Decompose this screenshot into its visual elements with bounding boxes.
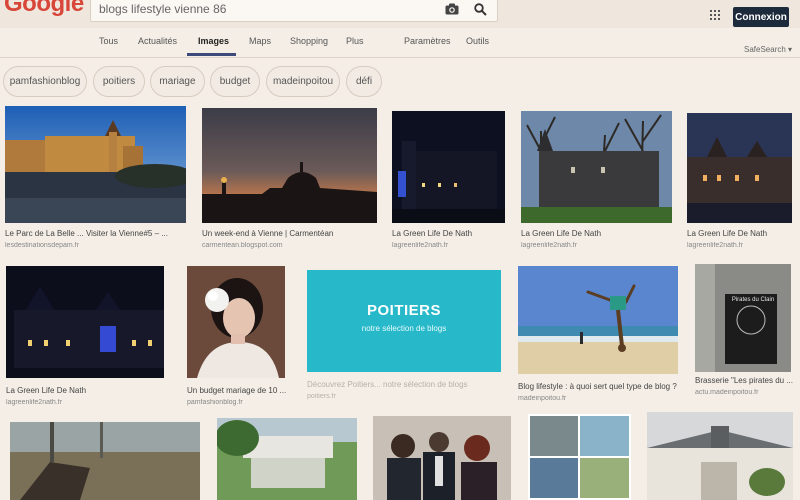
result-caption: La Green Life De Nath xyxy=(392,229,473,238)
chip-pamfashionblog[interactable]: pamfashionblog xyxy=(3,66,87,97)
result-source: carmentean.blogspot.com xyxy=(202,242,283,249)
result-caption: Le Parc de La Belle ... Visiter la Vienn… xyxy=(5,229,168,238)
result-source: actu.madeinpoitou.fr xyxy=(695,389,759,396)
result-thumbnail[interactable] xyxy=(6,266,164,378)
tab-tous[interactable]: Tous xyxy=(99,36,118,46)
result-thumbnail[interactable] xyxy=(687,113,792,223)
result-caption: Un budget mariage de 10 ... xyxy=(187,386,287,395)
image-result[interactable]: La Green Life De Nath lagreenlife2nath.f… xyxy=(392,111,507,257)
apps-grid-icon[interactable] xyxy=(710,10,720,20)
image-result[interactable] xyxy=(217,418,357,500)
chip-madeinpoitou[interactable]: madeinpoitou xyxy=(266,66,340,97)
google-logo[interactable]: Google xyxy=(4,0,84,16)
image-result[interactable]: La Green Life De Nath lagreenlife2nath.f… xyxy=(6,266,166,412)
image-result[interactable] xyxy=(373,416,511,500)
image-result[interactable]: La Green Life De Nath lagreenlife2nath.f… xyxy=(521,111,673,257)
result-thumbnail[interactable] xyxy=(647,412,793,500)
search-box[interactable] xyxy=(90,0,498,22)
result-caption: Blog lifestyle : à quoi sert quel type d… xyxy=(518,382,677,391)
image-result[interactable]: POITIERS notre sélection de blogs Découv… xyxy=(307,270,503,412)
tile-subtitle: notre sélection de blogs xyxy=(361,324,447,333)
tab-outils[interactable]: Outils xyxy=(466,36,489,46)
tab-parametres[interactable]: Paramètres xyxy=(404,36,451,46)
result-thumbnail[interactable]: POITIERS notre sélection de blogs xyxy=(307,270,501,372)
result-source: poitiers.fr xyxy=(307,393,336,400)
chip-defi[interactable]: défi xyxy=(346,66,382,97)
result-thumbnail[interactable]: Pirates du Clain xyxy=(695,264,791,372)
chip-poitiers[interactable]: poitiers xyxy=(93,66,145,97)
result-thumbnail[interactable] xyxy=(521,111,672,223)
safesearch-toggle[interactable]: SafeSearch ▾ xyxy=(744,45,792,54)
result-caption: La Green Life De Nath xyxy=(521,229,602,238)
image-result[interactable]: Le Parc de La Belle ... Visiter la Vienn… xyxy=(5,106,187,252)
tab-plus[interactable]: Plus xyxy=(346,36,364,46)
result-thumbnail[interactable] xyxy=(528,414,631,500)
result-thumbnail[interactable] xyxy=(5,106,186,223)
image-result[interactable] xyxy=(647,412,793,500)
image-result[interactable]: Blog lifestyle : à quoi sert quel type d… xyxy=(518,266,680,412)
result-caption: La Green Life De Nath xyxy=(6,386,87,395)
image-result[interactable]: La Green Life De Nath lagreenlife2nath.f… xyxy=(687,113,793,257)
image-result[interactable]: Un budget mariage de 10 ... pamfashionbl… xyxy=(187,266,287,412)
search-tabs: Tous Actualités Images Maps Shopping Plu… xyxy=(0,28,800,58)
result-thumbnail[interactable] xyxy=(202,108,377,223)
result-caption: Un week-end à Vienne | Carmentéan xyxy=(202,229,334,238)
result-caption: Découvrez Poitiers... notre sélection de… xyxy=(307,380,468,389)
image-result[interactable]: Pirates du Clain Brasserie "Les pirates … xyxy=(695,264,793,410)
result-source: lagreenlife2nath.fr xyxy=(687,242,744,249)
active-tab-indicator xyxy=(187,53,236,56)
chip-mariage[interactable]: mariage xyxy=(150,66,205,97)
result-source: pamfashionblog.fr xyxy=(187,399,243,406)
result-caption: La Green Life De Nath xyxy=(687,229,768,238)
chip-budget[interactable]: budget xyxy=(210,66,260,97)
tile-title: POITIERS xyxy=(366,302,441,319)
result-caption: Brasserie "Les pirates du ... xyxy=(695,376,793,385)
image-result[interactable] xyxy=(528,414,631,500)
result-thumbnail[interactable] xyxy=(518,266,678,374)
top-bar: Google Connexion xyxy=(0,0,800,28)
brasserie-sign-text: Pirates du Clain xyxy=(731,297,775,303)
result-thumbnail[interactable] xyxy=(187,266,285,378)
connexion-button[interactable]: Connexion xyxy=(733,7,789,27)
tab-actualites[interactable]: Actualités xyxy=(138,36,177,46)
image-result[interactable] xyxy=(10,422,200,500)
result-thumbnail[interactable] xyxy=(217,418,357,500)
nav-divider xyxy=(0,57,800,58)
tab-images[interactable]: Images xyxy=(198,36,229,46)
camera-icon[interactable] xyxy=(441,0,463,20)
tab-maps[interactable]: Maps xyxy=(249,36,271,46)
search-icon[interactable] xyxy=(469,0,491,20)
result-source: lagreenlife2nath.fr xyxy=(521,242,578,249)
result-thumbnail[interactable] xyxy=(392,111,505,223)
result-source: lagreenlife2nath.fr xyxy=(392,242,449,249)
result-thumbnail[interactable] xyxy=(10,422,200,500)
image-result[interactable]: Un week-end à Vienne | Carmentéan carmen… xyxy=(202,108,378,254)
result-source: lesdestinationsdepam.fr xyxy=(5,242,79,249)
search-input[interactable] xyxy=(99,0,429,21)
tab-shopping[interactable]: Shopping xyxy=(290,36,328,46)
result-thumbnail[interactable] xyxy=(373,416,511,500)
result-source: madeinpoitou.fr xyxy=(518,395,567,402)
result-source: lagreenlife2nath.fr xyxy=(6,399,63,406)
